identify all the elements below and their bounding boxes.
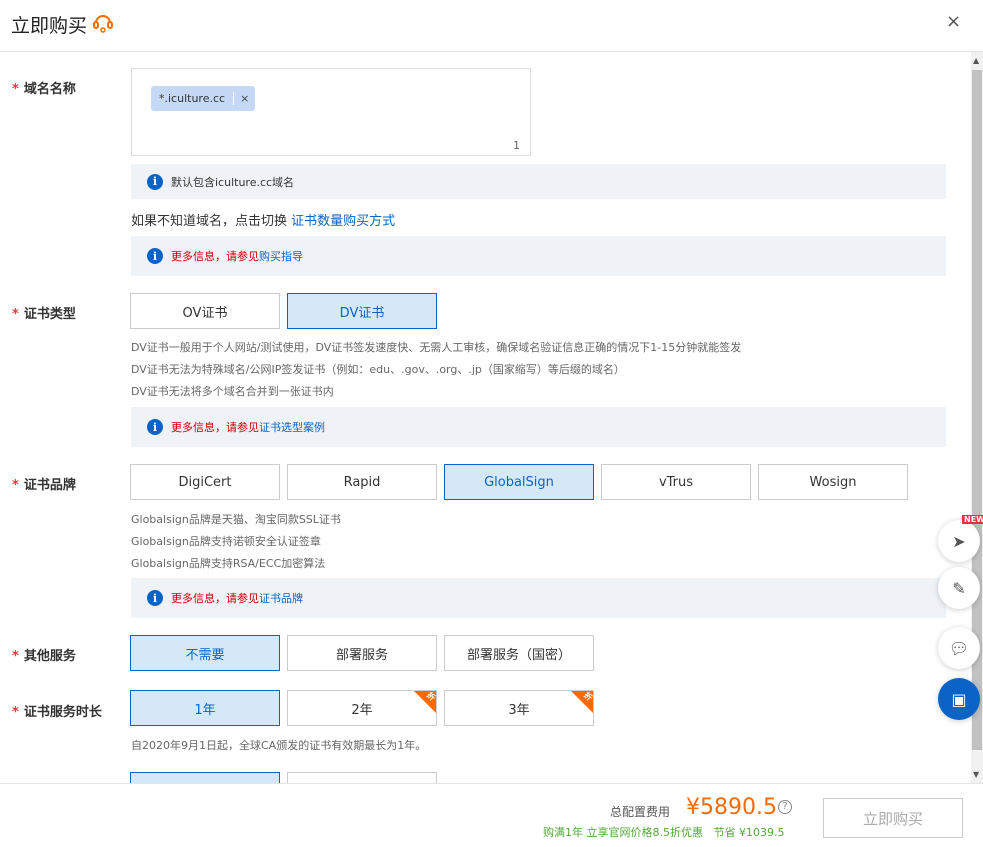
info-icon: i [147, 590, 163, 606]
service-deploy[interactable]: 部署服务 [287, 635, 437, 671]
dingtalk-icon[interactable]: ➤ [938, 520, 980, 562]
duration-2y[interactable]: 2年折 [287, 690, 437, 726]
total-label: 总配置费用 [610, 805, 671, 819]
more-info-text: 更多信息，请参见 [171, 592, 259, 605]
brand-desc: Globalsign品牌是天猫、淘宝同款SSL证书 Globalsign品牌支持诺… [131, 513, 341, 570]
duration-1y[interactable]: 1年 [130, 690, 280, 726]
domain-label: * 域名名称 [12, 82, 76, 97]
brand-link[interactable]: 证书品牌 [259, 590, 303, 606]
next-option-selected[interactable] [130, 772, 280, 783]
next-option[interactable] [287, 772, 437, 783]
form-body: * 域名名称 *.iculture.cc × 1 i 默认包含iculture.cc域… [0, 52, 971, 783]
switch-link[interactable]: 证书数量购买方式 [291, 214, 395, 229]
cert-type-more-note: i 更多信息，请参见 证书选型案例 [131, 407, 946, 447]
duration-label: * 证书服务时长 [12, 705, 102, 720]
cert-type-label: * 证书类型 [12, 307, 76, 322]
cert-type-dv[interactable]: DV证书 [287, 293, 437, 329]
scrollbar[interactable]: ▲ ▼ [971, 52, 983, 783]
brand-globalsign[interactable]: GlobalSign [444, 464, 594, 500]
brand-rapid[interactable]: Rapid [287, 464, 437, 500]
more-info-text: 更多信息，请参见 [171, 250, 259, 263]
remove-tag-icon[interactable]: × [233, 92, 255, 105]
info-icon: i [147, 248, 163, 264]
cert-case-link[interactable]: 证书选型案例 [259, 419, 325, 435]
footer: 总配置费用 ¥5890.5 ? 购满1年 立享官网价格8.5折优惠 节省 ¥10… [0, 783, 983, 847]
new-badge: NEW [962, 515, 983, 524]
brand-wosign[interactable]: Wosign [758, 464, 908, 500]
brand-vtrus[interactable]: vTrus [601, 464, 751, 500]
default-domain-note: i 默认包含iculture.cc域名 [131, 164, 946, 199]
scroll-up-icon[interactable]: ▲ [973, 56, 979, 65]
edit-icon[interactable]: ✎ [938, 567, 980, 609]
scroll-down-icon[interactable]: ▼ [973, 770, 979, 779]
duration-note: 自2020年9月1日起，全球CA颁发的证书有效期最长为1年。 [131, 739, 427, 752]
brand-more-note: i 更多信息，请参见 证书品牌 [131, 578, 946, 618]
duration-3y[interactable]: 3年折 [444, 690, 594, 726]
purchase-guide-link[interactable]: 购买指导 [259, 248, 303, 264]
info-icon: i [147, 419, 163, 435]
purchase-guide-note: i 更多信息，请参见 购买指导 [131, 236, 946, 276]
buy-now-button[interactable]: 立即购买 [823, 798, 963, 838]
switch-text: 如果不知道域名，点击切换 [131, 214, 288, 229]
total-price: ¥5890.5 [686, 795, 777, 820]
cert-type-ov[interactable]: OV证书 [130, 293, 280, 329]
switch-hint: 如果不知道域名，点击切换 证书数量购买方式 [131, 210, 395, 229]
domain-input[interactable]: *.iculture.cc × 1 [131, 68, 531, 156]
brand-label: * 证书品牌 [12, 478, 76, 493]
help-icon[interactable]: ? [778, 800, 792, 814]
service-none[interactable]: 不需要 [130, 635, 280, 671]
customer-service-icon[interactable] [92, 11, 114, 33]
discount-badge: 折 [571, 691, 593, 713]
brand-digicert[interactable]: DigiCert [130, 464, 280, 500]
more-info-text: 更多信息，请参见 [171, 421, 259, 434]
close-icon[interactable]: × [946, 11, 961, 32]
dialog-title: 立即购买 [11, 15, 88, 37]
discount-badge: 折 [414, 691, 436, 713]
domain-count: 1 [513, 139, 520, 152]
apps-icon[interactable]: ▣ [938, 678, 980, 720]
services-label: * 其他服务 [12, 649, 76, 664]
promo-text: 购满1年 立享官网价格8.5折优惠 节省 ¥1039.5 [543, 826, 785, 839]
service-deploy-sm[interactable]: 部署服务（国密） [444, 635, 594, 671]
domain-tag: *.iculture.cc × [151, 86, 256, 111]
chat-icon[interactable]: 💬︎ [938, 627, 980, 669]
dialog-header: 立即购买 × [0, 0, 983, 52]
info-icon: i [147, 173, 163, 190]
cert-type-desc: DV证书一般用于个人网站/测试使用，DV证书签发速度快、无需人工审核，确保域名验… [131, 341, 742, 398]
